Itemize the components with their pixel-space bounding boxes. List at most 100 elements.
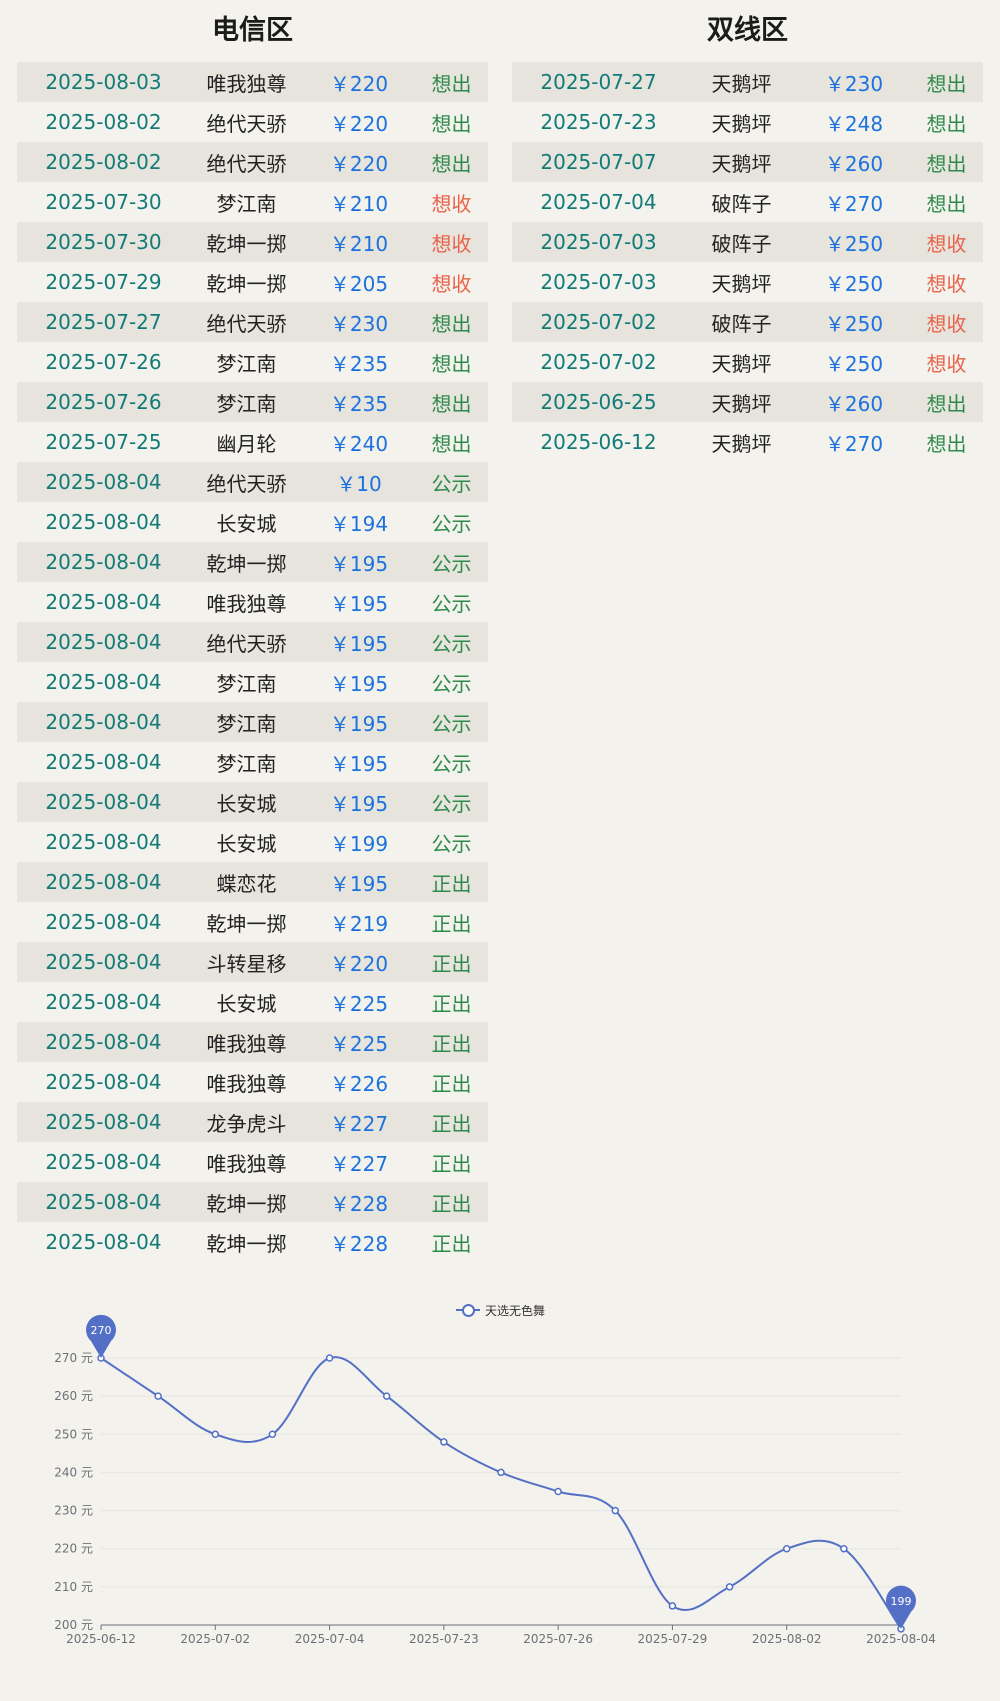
table-row: 2025-08-04 绝代天骄 ￥195 公示 [17,622,488,662]
row-price: ￥194 [329,511,389,536]
row-server: 乾坤一掷 [206,1231,287,1256]
row-server: 破阵子 [711,311,772,336]
row-price: ￥205 [329,271,389,296]
table-row: 2025-07-27 绝代天骄 ￥230 想出 [17,302,488,342]
table-row: 2025-08-04 长安城 ￥194 公示 [17,502,488,542]
row-price: ￥240 [329,431,389,456]
table-row: 2025-08-04 长安城 ￥225 正出 [17,982,488,1022]
row-server: 天鹅坪 [711,71,772,96]
row-type: 公示 [431,591,472,616]
row-type: 想收 [431,231,472,256]
row-date: 2025-08-04 [45,1070,162,1094]
row-server: 天鹅坪 [711,271,772,296]
data-point [725,1583,734,1591]
table-row: 2025-08-02 绝代天骄 ￥220 想出 [17,102,488,142]
row-server: 破阵子 [711,191,772,216]
table-row: 2025-08-04 龙争虎斗 ￥227 正出 [17,1102,488,1142]
row-server: 绝代天骄 [206,151,287,176]
data-point [554,1487,562,1496]
table-row: 2025-06-25 天鹅坪 ￥260 想出 [512,382,983,422]
row-type: 想出 [431,71,472,96]
row-price: ￥225 [329,991,389,1016]
row-price: ￥228 [329,1231,389,1256]
row-type: 想收 [926,311,967,336]
table-row: 2025-07-27 天鹅坪 ￥230 想出 [512,62,983,102]
row-server: 梦江南 [216,671,277,696]
row-server: 长安城 [216,831,277,856]
row-price: ￥250 [824,231,884,256]
row-type: 想出 [431,431,472,456]
row-price: ￥226 [329,1071,389,1096]
row-server: 绝代天骄 [206,471,287,496]
row-date: 2025-08-04 [45,630,162,654]
row-date: 2025-07-30 [45,190,162,214]
row-price: ￥219 [329,911,389,936]
y-tick-label: 230 元 [54,1504,93,1518]
row-price: ￥250 [824,351,884,376]
series-line [100,1356,902,1630]
row-price: ￥195 [329,591,389,616]
table-row: 2025-07-04 破阵子 ￥270 想出 [512,182,983,222]
y-tick-label: 240 元 [54,1465,93,1479]
row-server: 乾坤一掷 [206,271,287,296]
data-point [840,1544,848,1553]
value-marker-label: 199 [891,1595,912,1608]
row-price: ￥195 [329,711,389,736]
row-date: 2025-07-03 [540,230,657,254]
row-price: ￥220 [329,151,389,176]
table-row: 2025-07-30 梦江南 ￥210 想收 [17,182,488,222]
row-date: 2025-08-03 [45,70,162,94]
chart-svg: 200 元 210 元 220 元 230 元 240 元 250 元 260 元 270 元… [54,1314,936,1646]
row-server: 梦江南 [216,391,277,416]
table-row: 2025-07-03 破阵子 ￥250 想收 [512,222,983,262]
row-date: 2025-07-25 [45,430,162,454]
row-date: 2025-07-27 [540,70,657,94]
row-date: 2025-07-26 [45,390,162,414]
row-price: ￥220 [329,951,389,976]
x-tick-label: 2025-07-29 [638,1632,708,1646]
row-date: 2025-08-02 [45,110,162,134]
data-point [440,1438,448,1446]
telecom-panel: 电信区 2025-08-03 唯我独尊 ￥220 想出 2025-08-02 绝代天骄 ￥2… [17,0,488,1262]
row-price: ￥230 [329,311,389,336]
row-price: ￥270 [824,191,884,216]
row-price: ￥10 [336,471,382,496]
row-server: 蝶恋花 [216,871,277,896]
table-row: 2025-08-04 唯我独尊 ￥225 正出 [17,1022,488,1062]
data-point [497,1468,505,1477]
row-server: 乾坤一掷 [206,1191,287,1216]
x-tick-label: 2025-06-12 [66,1632,136,1646]
table-row: 2025-08-02 绝代天骄 ￥220 想出 [17,142,488,182]
row-server: 梦江南 [216,751,277,776]
data-point [382,1392,391,1400]
row-server: 天鹅坪 [711,431,772,456]
table-row: 2025-08-04 蝶恋花 ￥195 正出 [17,862,488,902]
row-date: 2025-06-25 [540,390,657,414]
row-server: 梦江南 [216,191,277,216]
row-date: 2025-08-04 [45,1150,162,1174]
row-server: 天鹅坪 [711,391,772,416]
data-point [268,1430,277,1439]
row-price: ￥195 [329,871,389,896]
row-price: ￥225 [329,1031,389,1056]
table-row: 2025-08-04 长安城 ￥195 公示 [17,782,488,822]
dualline-table: 2025-07-27 天鹅坪 ￥230 想出 2025-07-23 天鹅坪 ￥248 想出 20… [512,62,983,462]
row-server: 绝代天骄 [206,311,287,336]
row-server: 长安城 [216,511,277,536]
row-server: 长安城 [216,791,277,816]
row-date: 2025-08-04 [45,590,162,614]
chart-legend[interactable]: 天选无色舞 [456,1299,545,1321]
table-row: 2025-07-29 乾坤一掷 ￥205 想收 [17,262,488,302]
row-price: ￥195 [329,751,389,776]
row-date: 2025-08-04 [45,710,162,734]
row-type: 想出 [431,151,472,176]
row-date: 2025-08-04 [45,830,162,854]
table-row: 2025-08-04 长安城 ￥199 公示 [17,822,488,862]
row-type: 想收 [431,271,472,296]
row-date: 2025-08-04 [45,870,162,894]
table-row: 2025-08-04 斗转星移 ￥220 正出 [17,942,488,982]
row-price: ￥199 [329,831,389,856]
row-server: 斗转星移 [206,951,287,976]
row-price: ￥260 [824,391,884,416]
row-type: 想收 [926,271,967,296]
